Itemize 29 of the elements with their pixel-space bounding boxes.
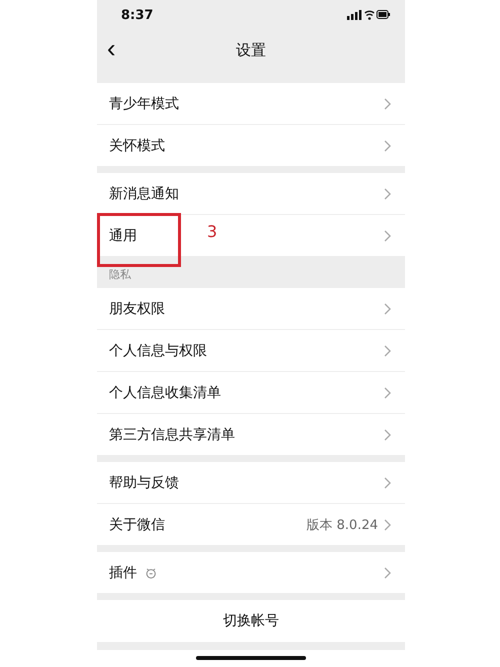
settings-row[interactable]: 新消息通知: [97, 173, 405, 215]
chevron-icon: [384, 230, 391, 242]
page-title: 设置: [236, 40, 266, 60]
chevron-icon: [384, 386, 391, 398]
chevron-icon: [384, 140, 391, 152]
section-header: 隐私: [108, 267, 132, 283]
chevron-icon: [384, 428, 391, 440]
chevron-icon: [384, 566, 391, 578]
status-icons: [347, 9, 391, 21]
chevron-icon: [384, 476, 391, 488]
settings-row[interactable]: 关怀模式: [97, 125, 405, 166]
settings-row[interactable]: 关于微信 版本 8.0.24: [97, 504, 405, 545]
settings-row[interactable]: 个人信息收集清单: [97, 372, 405, 414]
settings-row[interactable]: 朋友权限: [97, 288, 405, 330]
chevron-icon: [384, 188, 391, 200]
settings-row[interactable]: 个人信息与权限: [97, 330, 405, 372]
settings-row[interactable]: 青少年模式: [97, 83, 405, 125]
settings-row[interactable]: 第三方信息共享清单: [97, 414, 405, 455]
chevron-icon: [384, 98, 391, 110]
chevron-icon: [384, 302, 391, 314]
settings-row[interactable]: 插件: [97, 552, 405, 593]
chevron-icon: [384, 344, 391, 356]
annotation-number: 3: [207, 222, 218, 241]
chevron-icon: [384, 518, 391, 530]
timer-icon: [145, 566, 157, 578]
back-button[interactable]: ‹: [103, 34, 120, 62]
settings-row[interactable]: 帮助与反馈: [97, 462, 405, 504]
status-time: 8:37: [121, 8, 154, 22]
settings-action[interactable]: 切换帐号: [97, 600, 405, 642]
